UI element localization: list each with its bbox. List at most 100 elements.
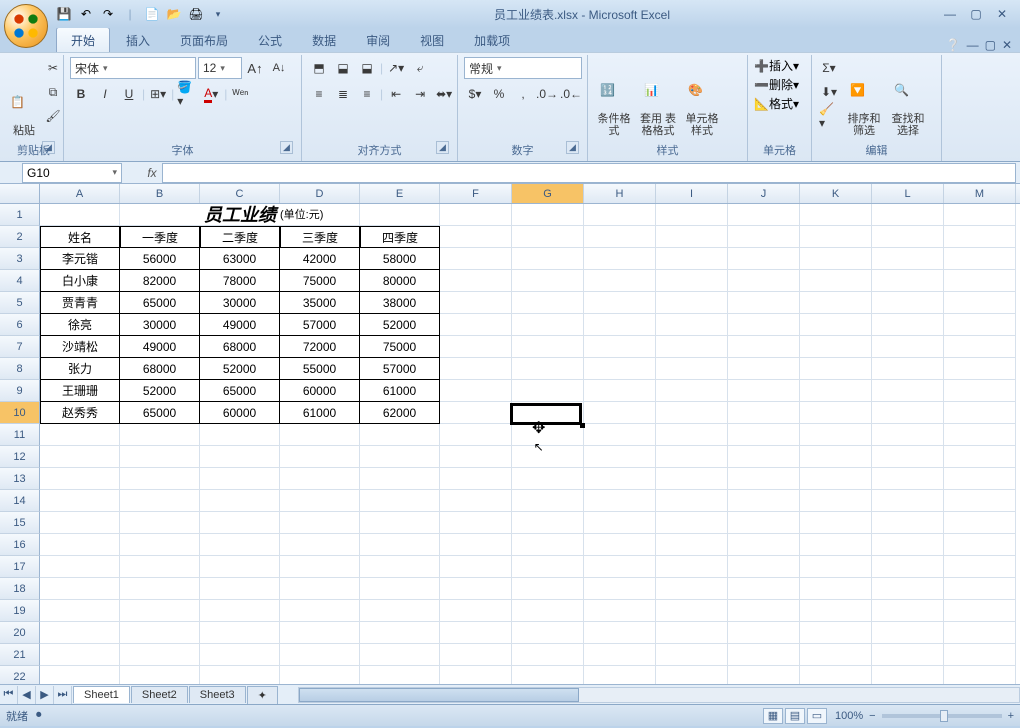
cell[interactable] — [200, 556, 280, 578]
cell[interactable] — [728, 534, 800, 556]
cell[interactable] — [440, 270, 512, 292]
cell[interactable] — [944, 336, 1016, 358]
cell[interactable] — [512, 600, 584, 622]
format-painter-button[interactable]: 🖌 — [42, 105, 64, 127]
cell[interactable] — [584, 446, 656, 468]
cell[interactable] — [40, 556, 120, 578]
cell[interactable]: 三季度 — [280, 226, 360, 248]
cell[interactable] — [944, 644, 1016, 666]
cell[interactable] — [872, 248, 944, 270]
cell[interactable] — [280, 666, 360, 684]
phonetic-button[interactable]: ᵂᵉⁿ — [229, 83, 251, 105]
cell[interactable] — [200, 424, 280, 446]
cell[interactable] — [512, 666, 584, 684]
cell[interactable] — [800, 314, 872, 336]
row-header[interactable]: 10 — [0, 402, 40, 424]
cell[interactable] — [728, 600, 800, 622]
cell[interactable] — [280, 556, 360, 578]
row-header[interactable]: 4 — [0, 270, 40, 292]
cell[interactable]: 65000 — [120, 402, 200, 424]
cell[interactable] — [200, 468, 280, 490]
cell[interactable] — [656, 490, 728, 512]
cell[interactable]: 65000 — [200, 380, 280, 402]
cell[interactable] — [440, 578, 512, 600]
cell[interactable] — [944, 402, 1016, 424]
cell[interactable] — [512, 248, 584, 270]
cell[interactable]: 56000 — [120, 248, 200, 270]
cell[interactable] — [360, 424, 440, 446]
cell[interactable] — [584, 666, 656, 684]
cell[interactable] — [360, 512, 440, 534]
maximize-button[interactable]: ▢ — [964, 6, 988, 22]
cell[interactable] — [800, 336, 872, 358]
cell[interactable] — [944, 600, 1016, 622]
cell[interactable] — [40, 578, 120, 600]
cell[interactable] — [584, 622, 656, 644]
cell[interactable] — [800, 380, 872, 402]
percent-button[interactable]: % — [488, 83, 510, 105]
wrap-text-button[interactable]: ⤶ — [409, 57, 431, 79]
cell[interactable]: 一季度 — [120, 226, 200, 248]
cell[interactable]: 52000 — [360, 314, 440, 336]
col-header[interactable]: I — [656, 184, 728, 203]
col-header[interactable]: L — [872, 184, 944, 203]
cell[interactable]: 李元锴 — [40, 248, 120, 270]
row-header[interactable]: 1 — [0, 204, 40, 226]
sheet-nav-first[interactable]: ⏮ — [0, 686, 18, 704]
cell[interactable] — [584, 270, 656, 292]
number-launcher[interactable]: ◢ — [566, 141, 579, 154]
cell[interactable] — [728, 578, 800, 600]
cell[interactable] — [656, 534, 728, 556]
doc-minimize-button[interactable]: — — [967, 38, 979, 52]
cell[interactable] — [584, 336, 656, 358]
cell[interactable]: 78000 — [200, 270, 280, 292]
cell[interactable] — [120, 622, 200, 644]
cell[interactable] — [360, 204, 440, 226]
cell[interactable]: 52000 — [120, 380, 200, 402]
cell[interactable]: (单位:元) — [280, 204, 360, 226]
cell[interactable]: 王珊珊 — [40, 380, 120, 402]
sheet-tab[interactable]: Sheet2 — [131, 686, 188, 703]
cell[interactable] — [440, 512, 512, 534]
cell[interactable] — [800, 578, 872, 600]
cell[interactable]: 61000 — [280, 402, 360, 424]
cell[interactable] — [872, 556, 944, 578]
cell[interactable] — [440, 556, 512, 578]
cell-styles-button[interactable]: 🎨单元格 样式 — [682, 57, 722, 137]
cell[interactable] — [512, 292, 584, 314]
select-all-corner[interactable] — [0, 184, 40, 203]
cell[interactable] — [800, 424, 872, 446]
cell[interactable] — [440, 490, 512, 512]
cell[interactable] — [120, 556, 200, 578]
cell[interactable] — [40, 490, 120, 512]
cell[interactable] — [656, 226, 728, 248]
cell[interactable] — [512, 446, 584, 468]
align-launcher[interactable]: ◢ — [436, 141, 449, 154]
normal-view-button[interactable]: ▦ — [763, 708, 783, 724]
col-header[interactable]: H — [584, 184, 656, 203]
cell[interactable] — [728, 556, 800, 578]
col-header[interactable]: D — [280, 184, 360, 203]
cell[interactable] — [440, 336, 512, 358]
format-cells-button[interactable]: 📐格式▾ — [754, 95, 799, 112]
cell[interactable] — [584, 204, 656, 226]
font-size-combo[interactable]: 12▾ — [198, 57, 242, 79]
cell[interactable] — [584, 380, 656, 402]
cell[interactable] — [512, 270, 584, 292]
cell[interactable] — [872, 424, 944, 446]
cell[interactable] — [512, 402, 584, 424]
cell[interactable] — [360, 556, 440, 578]
cell[interactable] — [584, 556, 656, 578]
cell[interactable] — [440, 402, 512, 424]
cell[interactable]: 61000 — [360, 380, 440, 402]
copy-button[interactable]: ⧉ — [42, 81, 64, 103]
cell[interactable]: 62000 — [360, 402, 440, 424]
cell[interactable] — [800, 446, 872, 468]
cell[interactable] — [280, 578, 360, 600]
cell[interactable]: 68000 — [120, 358, 200, 380]
sort-filter-button[interactable]: 🔽排序和 筛选 — [844, 57, 884, 137]
cell[interactable] — [872, 512, 944, 534]
align-left-button[interactable]: ≡ — [308, 83, 330, 105]
cell[interactable] — [872, 226, 944, 248]
decrease-decimal-button[interactable]: .0← — [560, 83, 582, 105]
